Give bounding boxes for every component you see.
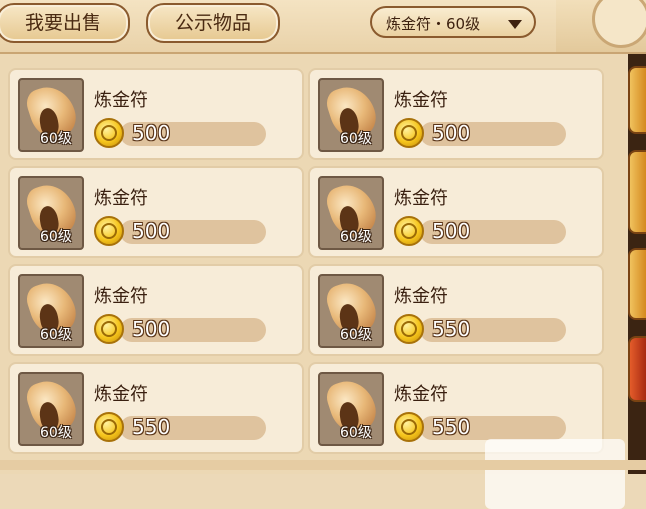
item-price: 500 (132, 219, 171, 243)
item-level: 60级 (40, 425, 72, 441)
triangle-down-icon (508, 20, 522, 29)
item-level: 60级 (340, 425, 372, 441)
alchemy-talisman-icon: 60级 (18, 372, 84, 446)
gold-coin-icon (394, 216, 424, 246)
item-name: 炼金符 (394, 188, 448, 209)
listing-card[interactable]: 60级 炼金符 550 (308, 264, 604, 356)
top-bar: 我要出售 公示物品 炼金符・60级 (0, 0, 646, 54)
item-name: 炼金符 (394, 286, 448, 307)
listing-card[interactable]: 60级 炼金符 500 (8, 166, 304, 258)
item-name: 炼金符 (394, 384, 448, 405)
side-tab-1[interactable] (628, 66, 646, 134)
listing-card[interactable]: 60级 炼金符 550 (8, 362, 304, 454)
alchemy-talisman-icon: 60级 (18, 274, 84, 348)
alchemy-talisman-icon: 60级 (318, 78, 384, 152)
item-level: 60级 (40, 327, 72, 343)
alchemy-talisman-icon: 60级 (318, 176, 384, 250)
item-price: 550 (132, 415, 171, 439)
tab-sell[interactable]: 我要出售 (0, 3, 130, 43)
gold-coin-icon (394, 412, 424, 442)
listing-card[interactable]: 60级 炼金符 500 (8, 68, 304, 160)
item-filter-dropdown[interactable]: 炼金符・60级 (370, 6, 536, 38)
alchemy-talisman-icon: 60级 (318, 372, 384, 446)
watermark-overlay (485, 439, 625, 509)
item-name: 炼金符 (94, 384, 148, 405)
gold-coin-icon (94, 118, 124, 148)
item-name: 炼金符 (394, 90, 448, 111)
side-tab-4[interactable] (628, 336, 646, 402)
item-price: 500 (132, 317, 171, 341)
listing-card[interactable]: 60级 炼金符 500 (8, 264, 304, 356)
item-price: 500 (432, 219, 471, 243)
gold-coin-icon (94, 412, 124, 442)
alchemy-talisman-icon: 60级 (18, 78, 84, 152)
item-price: 550 (432, 415, 471, 439)
bottom-strip (0, 460, 646, 470)
item-price: 500 (132, 121, 171, 145)
side-tab-3[interactable] (628, 248, 646, 320)
item-level: 60级 (340, 327, 372, 343)
alchemy-talisman-icon: 60级 (18, 176, 84, 250)
gold-coin-icon (94, 314, 124, 344)
gold-coin-icon (394, 118, 424, 148)
listing-panel: 60级 炼金符 500 60级 炼金符 500 60级 炼金符 500 60级 … (0, 54, 626, 509)
item-level: 60级 (40, 229, 72, 245)
item-price: 500 (432, 121, 471, 145)
item-level: 60级 (340, 131, 372, 147)
filter-label: 炼金符・60级 (386, 15, 481, 33)
item-name: 炼金符 (94, 286, 148, 307)
item-price: 550 (432, 317, 471, 341)
item-level: 60级 (40, 131, 72, 147)
alchemy-talisman-icon: 60级 (318, 274, 384, 348)
tab-public-items[interactable]: 公示物品 (146, 3, 280, 43)
side-tab-2[interactable] (628, 150, 646, 234)
item-level: 60级 (340, 229, 372, 245)
item-name: 炼金符 (94, 90, 148, 111)
listing-card[interactable]: 60级 炼金符 500 (308, 68, 604, 160)
item-name: 炼金符 (94, 188, 148, 209)
gold-coin-icon (394, 314, 424, 344)
listing-card[interactable]: 60级 炼金符 500 (308, 166, 604, 258)
gold-coin-icon (94, 216, 124, 246)
